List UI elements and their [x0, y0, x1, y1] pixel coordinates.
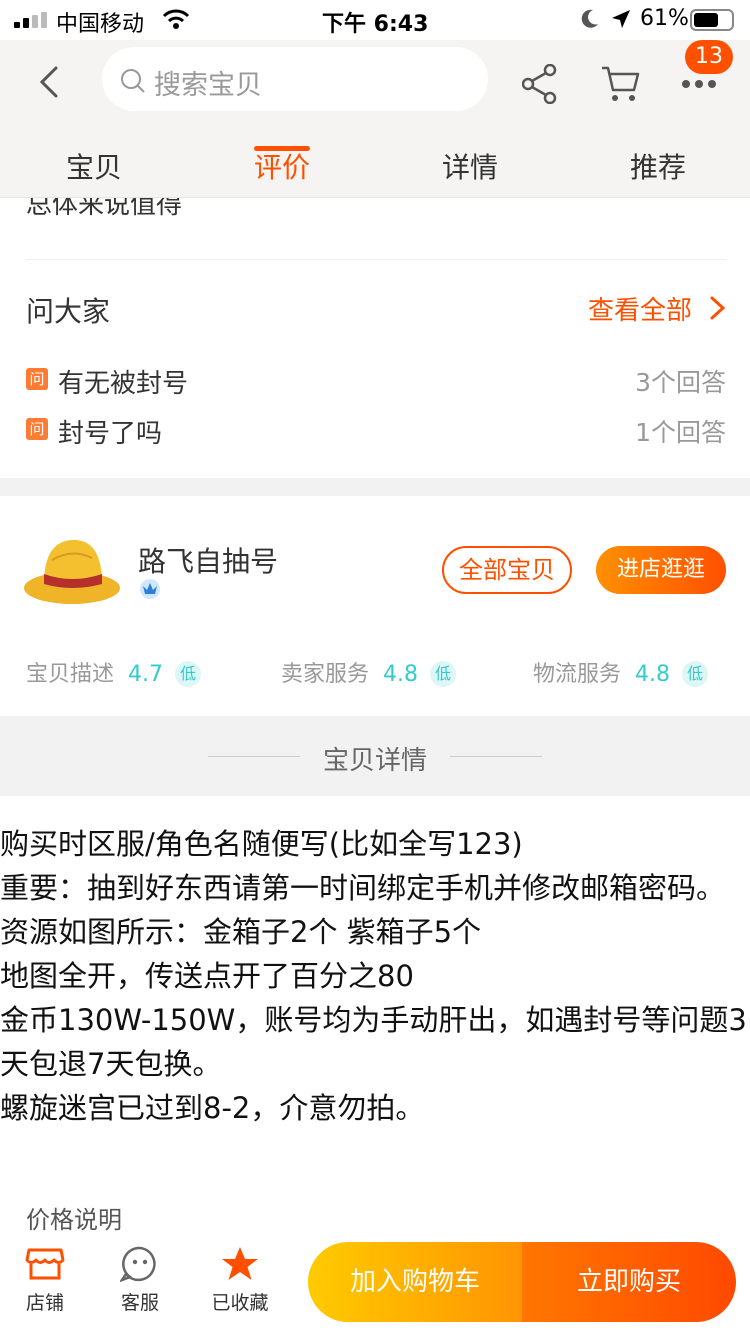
add-to-cart-button[interactable]: 加入购物车: [308, 1242, 522, 1322]
score-level: 低: [175, 661, 202, 687]
wifi-icon: [162, 8, 190, 36]
service-tab-label: 客服: [120, 1292, 159, 1314]
price-explanation-title: 价格说明: [26, 1206, 122, 1234]
all-items-button[interactable]: 全部宝贝: [442, 546, 572, 594]
active-tab-indicator: [254, 146, 310, 151]
battery-icon: [690, 9, 734, 31]
answer-count: 3个回答: [635, 368, 726, 397]
bottom-action-bar: 店铺 客服 已收藏 加入购物车 立即购买: [0, 1234, 750, 1334]
detail-line: 地图全开，传送点开了百分之80: [0, 959, 414, 993]
score-value: 4.8: [383, 662, 419, 687]
top-navigation: 搜索宝贝 13 宝贝 评价 详情 推荐: [0, 40, 750, 198]
message-badge: 13: [685, 40, 733, 74]
favorite-tab[interactable]: 已收藏: [205, 1246, 275, 1315]
tab-recommend[interactable]: 推荐: [630, 146, 686, 186]
tab-details[interactable]: 详情: [442, 146, 498, 186]
buy-now-button[interactable]: 立即购买: [522, 1242, 736, 1322]
moon-icon: [580, 8, 600, 36]
star-icon: [205, 1246, 275, 1282]
location-arrow-icon: [610, 8, 632, 36]
tab-bar: 宝贝 评价 详情 推荐: [0, 138, 750, 198]
question-text: 有无被封号: [58, 369, 189, 399]
shop-tab-label: 店铺: [25, 1292, 64, 1314]
detail-line: 金币130W-150W，账号均为手动肝出，如遇封号等问题3天包退7天包换。: [0, 1003, 747, 1081]
qa-question-row[interactable]: 问 封号了吗 1个回答: [26, 413, 726, 449]
answer-count: 1个回答: [635, 418, 726, 447]
score-description: 宝贝描述 4.7 低: [26, 656, 202, 688]
detail-line: 螺旋迷宫已过到8-2，介意勿拍。: [0, 1091, 425, 1125]
detail-line: 重要：抽到好东西请第一时间绑定手机并修改邮箱密码。: [0, 871, 726, 905]
tab-reviews[interactable]: 评价: [254, 146, 310, 186]
score-label: 宝贝描述: [26, 662, 115, 687]
back-icon[interactable]: [30, 62, 70, 102]
tab-item[interactable]: 宝贝: [66, 146, 122, 186]
shop-tab[interactable]: 店铺: [10, 1246, 80, 1315]
search-input[interactable]: 搜索宝贝: [102, 47, 488, 111]
section-gap: [0, 478, 750, 496]
enter-shop-button[interactable]: 进店逛逛: [596, 546, 726, 594]
detail-line: 资源如图所示：金箱子2个 紫箱子5个: [0, 915, 482, 949]
detail-line: 购买时区服/角色名随便写(比如全写123): [0, 827, 523, 861]
review-snippet-clip: 总体来说值得: [0, 198, 750, 228]
crown-icon: [138, 577, 162, 605]
score-logistics: 物流服务 4.8 低: [533, 656, 709, 688]
shop-name[interactable]: 路飞自抽号: [138, 540, 278, 580]
chevron-right-icon[interactable]: [708, 294, 728, 326]
detail-title: 宝贝详情: [322, 746, 427, 776]
clock: 下午 6:43: [322, 12, 429, 37]
store-icon: [10, 1246, 80, 1282]
score-label: 物流服务: [533, 662, 622, 687]
status-bar: 中国移动 下午 6:43 61%: [0, 0, 750, 40]
cart-icon[interactable]: [600, 64, 642, 108]
shop-avatar[interactable]: [22, 530, 122, 610]
share-icon[interactable]: [521, 63, 558, 108]
question-tag: 问: [26, 368, 48, 390]
battery-percent: 61%: [640, 6, 689, 31]
question-text: 封号了吗: [58, 419, 163, 449]
divider: [26, 259, 726, 260]
score-label: 卖家服务: [281, 662, 370, 687]
review-snippet: 总体来说值得: [26, 198, 183, 220]
score-value: 4.8: [635, 662, 671, 687]
customer-service-tab[interactable]: 客服: [105, 1246, 175, 1315]
question-tag: 问: [26, 418, 48, 440]
search-icon: [120, 68, 146, 98]
qa-view-all-link[interactable]: 查看全部: [588, 290, 692, 327]
favorite-tab-label: 已收藏: [211, 1292, 269, 1314]
qa-question-row[interactable]: 问 有无被封号 3个回答: [26, 363, 726, 399]
signal-icon: [14, 12, 48, 28]
score-service: 卖家服务 4.8 低: [281, 656, 457, 688]
search-placeholder: 搜索宝贝: [154, 70, 262, 101]
qa-title: 问大家: [26, 295, 111, 328]
detail-description: 购买时区服/角色名随便写(比如全写123) 重要：抽到好东西请第一时间绑定手机并…: [0, 822, 748, 1130]
carrier-name: 中国移动: [56, 12, 145, 37]
score-level: 低: [682, 661, 709, 687]
chat-face-icon: [105, 1246, 175, 1282]
score-level: 低: [430, 661, 457, 687]
score-value: 4.7: [128, 662, 164, 687]
